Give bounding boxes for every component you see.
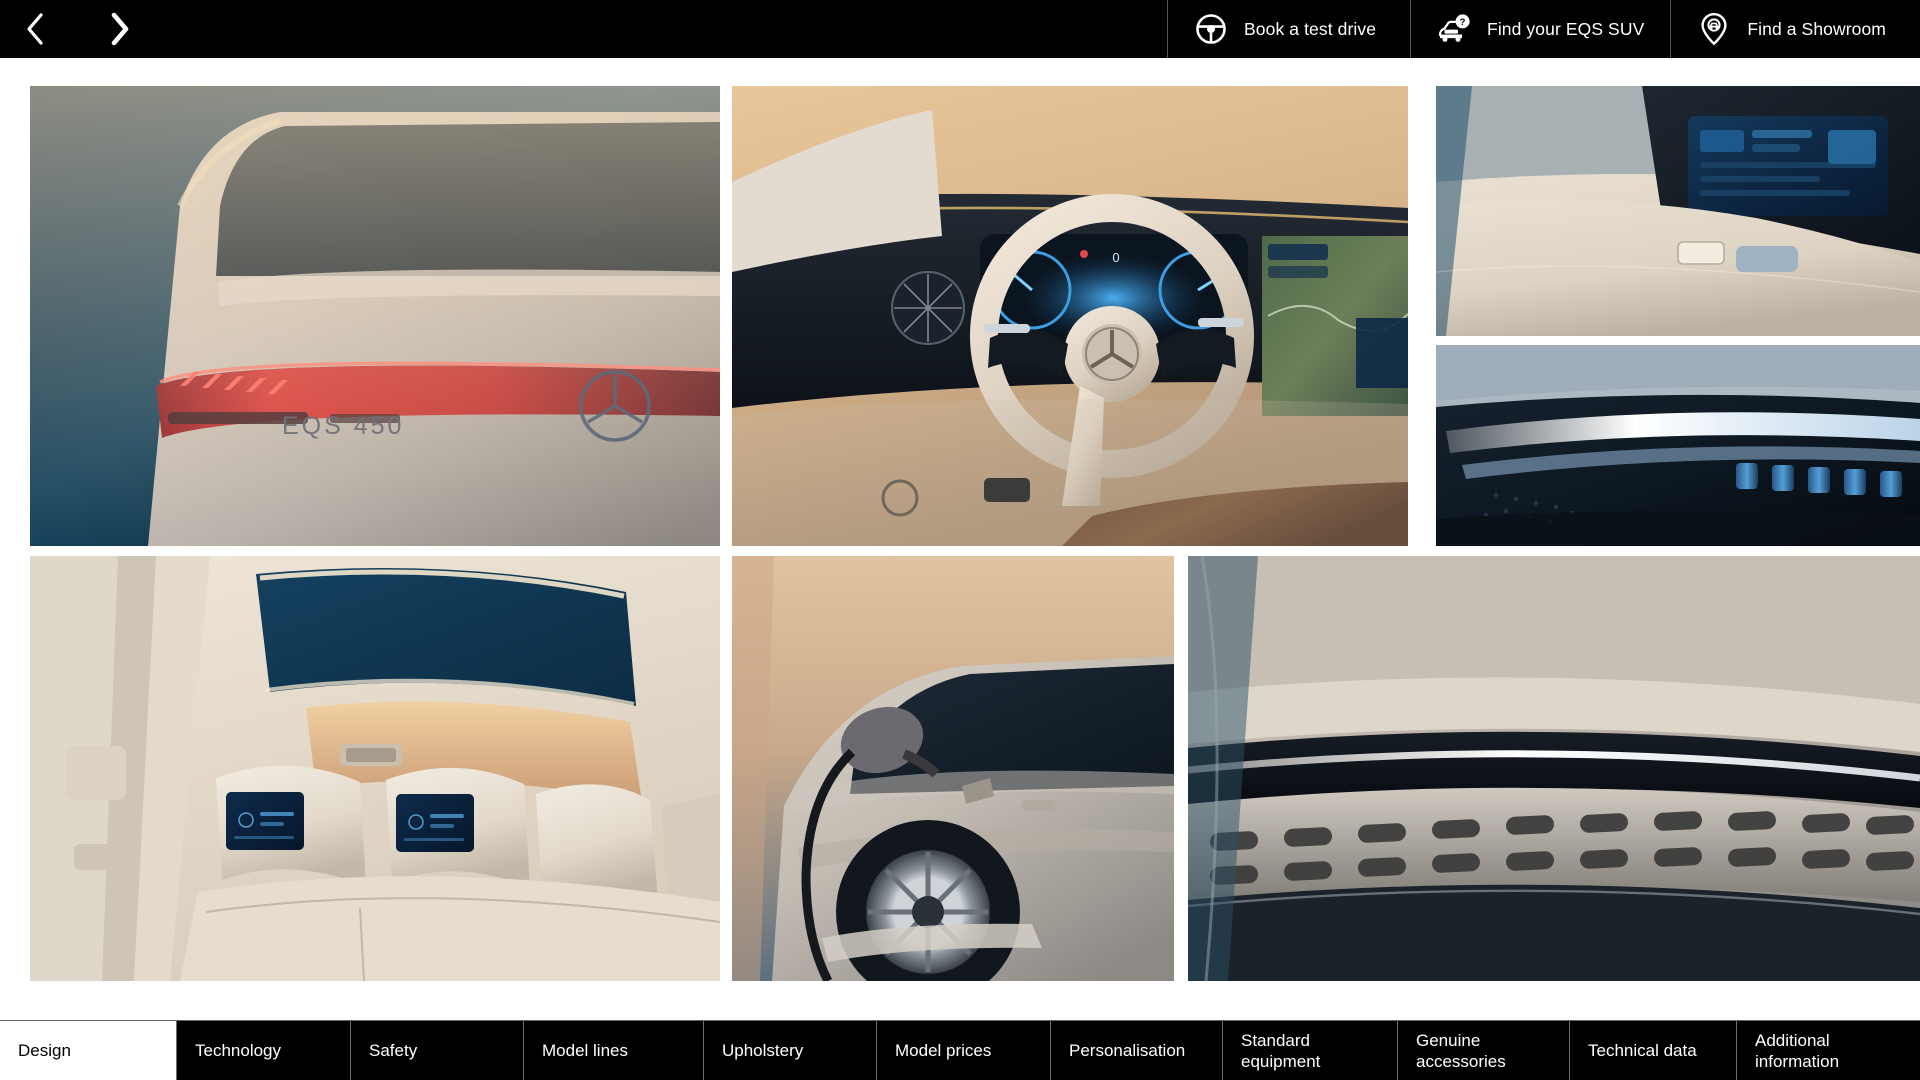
top-bar: Book a test drive ? Find your EQS SUV Fi…	[0, 0, 1920, 58]
find-a-showroom-button[interactable]: Find a Showroom	[1670, 0, 1920, 58]
steering-wheel-icon	[1194, 12, 1228, 46]
gallery-tile-charging[interactable]	[732, 556, 1174, 981]
section-tab-bar: Design Technology Safety Model lines Upholst…	[0, 1020, 1920, 1080]
gallery-tile-interior-rear[interactable]	[30, 556, 720, 981]
tab-safety[interactable]: Safety	[350, 1021, 523, 1080]
tab-technical-data-label: Technical data	[1588, 1041, 1697, 1060]
gallery-tile-rear-badge[interactable]: EQS 450	[30, 86, 720, 546]
book-test-drive-label: Book a test drive	[1244, 18, 1377, 39]
car-question-icon: ?	[1437, 12, 1471, 46]
gallery-tile-interior-rear-image	[30, 556, 720, 981]
find-your-eqs-suv-label: Find your EQS SUV	[1487, 18, 1645, 39]
svg-text:0: 0	[1112, 250, 1119, 265]
gallery-tile-headlight-image	[1436, 345, 1920, 546]
tab-technology-label: Technology	[195, 1041, 282, 1060]
tab-model-prices[interactable]: Model prices	[876, 1021, 1050, 1080]
tab-model-lines-label: Model lines	[542, 1041, 628, 1060]
page-root: Book a test drive ? Find your EQS SUV Fi…	[0, 0, 1920, 1080]
tab-genuine-accessories[interactable]: Genuine accessories	[1397, 1021, 1569, 1080]
gallery-grid: EQS 450 0	[0, 86, 1920, 981]
gallery-tile-cockpit-image: 0	[732, 86, 1408, 546]
tab-upholstery[interactable]: Upholstery	[703, 1021, 876, 1080]
tab-standard-equipment[interactable]: Standard equipment	[1222, 1021, 1397, 1080]
rear-badge-text: EQS 450	[282, 412, 404, 440]
tab-model-prices-label: Model prices	[895, 1041, 992, 1060]
gallery-tile-running-board-image	[1188, 556, 1920, 981]
tab-standard-equipment-label: Standard equipment	[1241, 1030, 1321, 1071]
tab-additional-information-label: Additional information	[1755, 1030, 1840, 1071]
top-bar-actions: Book a test drive ? Find your EQS SUV Fi…	[1167, 0, 1920, 58]
gallery-nav-arrows	[0, 0, 160, 58]
tab-technical-data[interactable]: Technical data	[1569, 1021, 1736, 1080]
top-bar-spacer	[160, 0, 1167, 58]
tab-personalisation[interactable]: Personalisation	[1050, 1021, 1222, 1080]
tab-additional-information[interactable]: Additional information	[1736, 1021, 1900, 1080]
gallery-tile-running-board[interactable]	[1188, 556, 1920, 981]
svg-text:?: ?	[1460, 17, 1466, 28]
tab-technology[interactable]: Technology	[176, 1021, 350, 1080]
gallery-tile-charging-image	[732, 556, 1174, 981]
image-gallery: EQS 450 0	[0, 58, 1920, 1051]
gallery-tile-rear-screen-image	[1436, 86, 1920, 336]
find-a-showroom-label: Find a Showroom	[1747, 18, 1886, 39]
tab-upholstery-label: Upholstery	[722, 1041, 804, 1060]
location-pin-car-icon	[1697, 12, 1731, 46]
find-your-eqs-suv-button[interactable]: ? Find your EQS SUV	[1410, 0, 1670, 58]
gallery-tile-rear-badge-image: EQS 450	[30, 86, 720, 546]
tab-design[interactable]: Design	[0, 1021, 176, 1080]
chevron-left-icon[interactable]	[22, 12, 48, 46]
tab-safety-label: Safety	[369, 1041, 418, 1060]
gallery-tile-rear-screen[interactable]	[1436, 86, 1920, 336]
gallery-tile-headlight[interactable]	[1436, 345, 1920, 546]
tab-personalisation-label: Personalisation	[1069, 1041, 1186, 1060]
tab-design-label: Design	[18, 1041, 71, 1060]
tab-model-lines[interactable]: Model lines	[523, 1021, 703, 1080]
tab-genuine-accessories-label: Genuine accessories	[1416, 1030, 1506, 1071]
book-test-drive-button[interactable]: Book a test drive	[1167, 0, 1410, 58]
chevron-right-icon[interactable]	[106, 12, 132, 46]
gallery-tile-cockpit[interactable]: 0	[732, 86, 1408, 546]
